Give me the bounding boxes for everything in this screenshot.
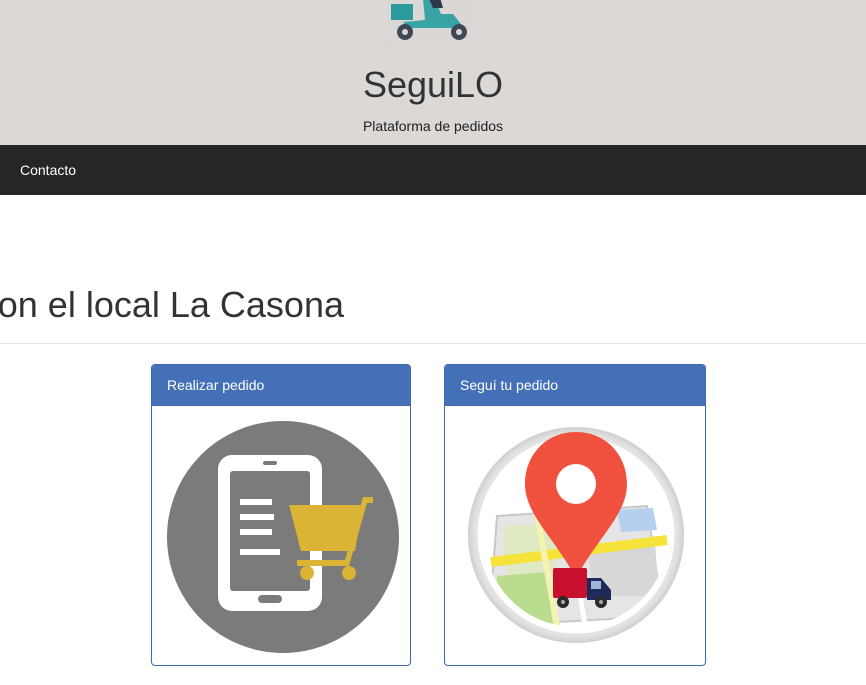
order-panel[interactable]: Realizar pedido [151,364,411,666]
site-header: SeguiLO Plataforma de pedidos [0,0,866,145]
top-navbar: Contacto [0,145,866,195]
mobile-cart-icon[interactable] [167,421,399,653]
welcome-heading: on el local La Casona [0,284,344,325]
brand-title: SeguiLO [362,64,504,105]
map-tracking-icon[interactable] [467,426,685,644]
delivery-scooter-icon [387,0,471,44]
divider [0,343,866,344]
tracking-panel[interactable]: Seguí tu pedido [444,364,706,666]
order-panel-heading: Realizar pedido [152,365,410,406]
tracking-panel-heading: Seguí tu pedido [445,365,705,406]
brand-tagline: Plataforma de pedidos [362,118,504,134]
order-panel-body [152,406,410,665]
tracking-panel-body [445,406,705,665]
nav-link-contacto[interactable]: Contacto [20,161,76,179]
